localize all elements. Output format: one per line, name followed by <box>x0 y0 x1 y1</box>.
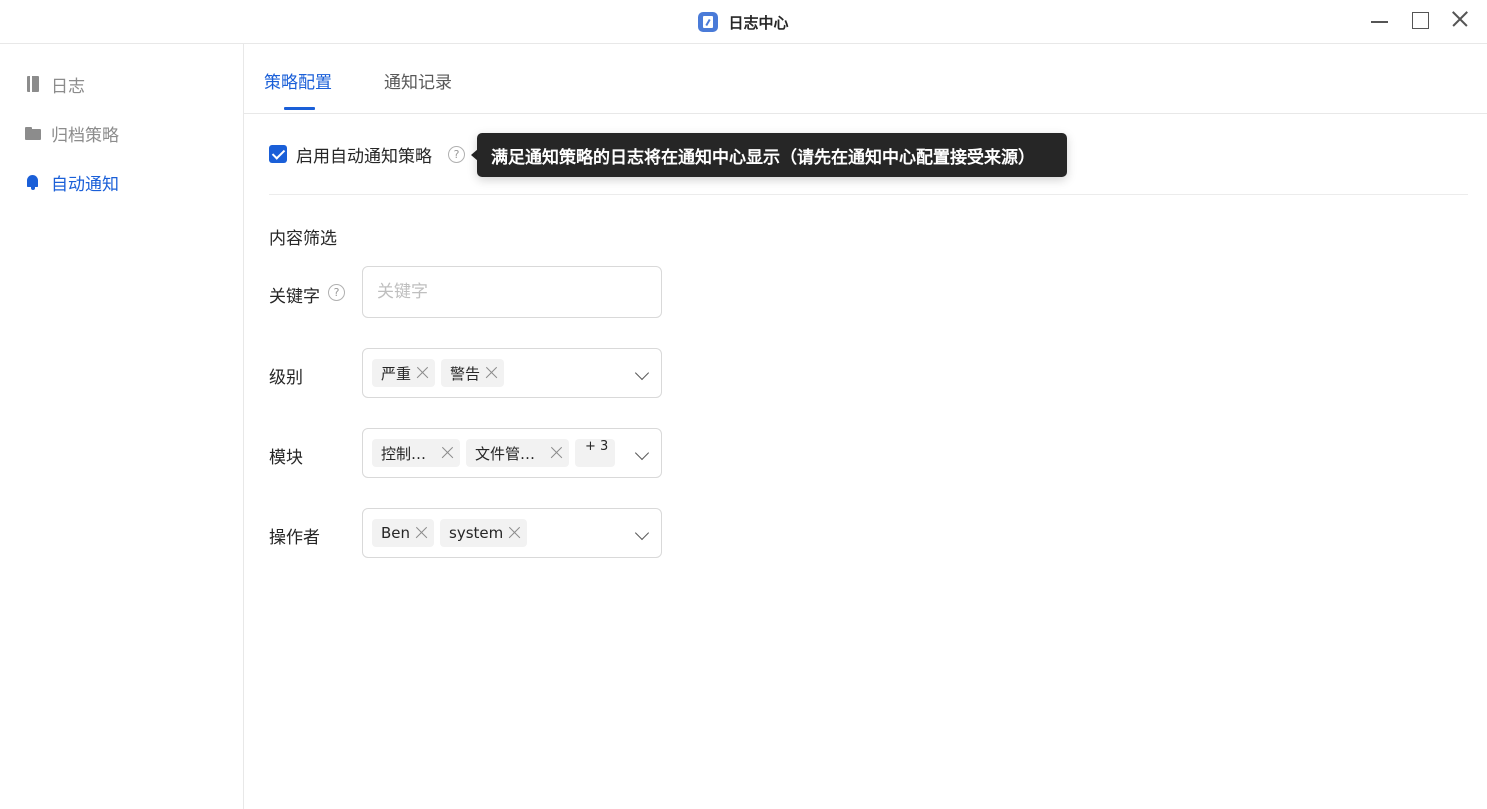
sidebar-item-label: 归档策略 <box>51 125 119 146</box>
tab-bar: 策略配置 通知记录 <box>244 44 1487 114</box>
module-tags: 控制… 文件管… + 3 <box>372 439 616 467</box>
app-log-icon <box>698 12 719 32</box>
tooltip: 满足通知策略的日志将在通知中心显示（请先在通知中心配置接受来源） <box>477 133 1067 177</box>
divider <box>269 194 1468 195</box>
tag-label: system <box>449 524 504 542</box>
tag-remove-icon[interactable] <box>549 446 563 460</box>
tag-remove-icon[interactable] <box>507 526 521 540</box>
maximize-icon[interactable] <box>1406 8 1434 36</box>
enable-auto-notify-row[interactable]: 启用自动通知策略 <box>269 142 432 167</box>
keyword-field <box>362 266 662 318</box>
level-label: 级别 <box>269 368 303 388</box>
content-filter-title: 内容筛选 <box>269 229 337 249</box>
title-bar: 日志中心 <box>0 0 1487 44</box>
book-icon <box>24 75 42 93</box>
keyword-help-icon[interactable]: ? <box>328 284 345 301</box>
sidebar-item-archive-policy[interactable]: 归档策略 <box>24 121 119 146</box>
sidebar-item-label: 自动通知 <box>51 174 119 195</box>
tab-policy-config[interactable]: 策略配置 <box>264 68 332 93</box>
sidebar: 日志 归档策略 自动通知 <box>0 44 244 809</box>
tag-operator-ben: Ben <box>372 519 435 547</box>
operator-select[interactable]: Ben system <box>362 508 662 558</box>
operator-label: 操作者 <box>269 528 320 548</box>
tag-label: 控制… <box>381 444 427 463</box>
tag-remove-icon[interactable] <box>484 366 498 380</box>
more-tags-count[interactable]: + 3 <box>575 439 616 467</box>
folder-icon <box>24 124 42 142</box>
title-wrap: 日志中心 <box>0 0 1487 44</box>
tab-notify-records[interactable]: 通知记录 <box>384 68 452 93</box>
module-label: 模块 <box>269 448 303 468</box>
window-title: 日志中心 <box>728 13 789 32</box>
active-tab-indicator <box>284 107 315 110</box>
tag-module-control: 控制… <box>372 439 461 467</box>
enable-auto-notify-checkbox[interactable] <box>269 145 287 163</box>
tag-module-file: 文件管… <box>466 439 570 467</box>
chevron-down-icon[interactable] <box>634 365 650 381</box>
chevron-down-icon[interactable] <box>634 525 650 541</box>
sidebar-item-label: 日志 <box>51 76 85 97</box>
tag-label: 文件管… <box>475 444 536 463</box>
module-select[interactable]: 控制… 文件管… + 3 <box>362 428 662 478</box>
keyword-input[interactable] <box>377 267 647 317</box>
close-icon[interactable] <box>1446 8 1474 36</box>
level-tags: 严重 警告 <box>372 359 505 387</box>
tag-label: 警告 <box>450 364 481 383</box>
tag-level-warning: 警告 <box>441 359 505 387</box>
tag-label: Ben <box>381 524 411 542</box>
keyword-label: 关键字 <box>269 287 320 307</box>
tag-operator-system: system <box>440 519 528 547</box>
minimize-icon[interactable] <box>1366 8 1394 36</box>
tag-remove-icon[interactable] <box>415 366 429 380</box>
level-select[interactable]: 严重 警告 <box>362 348 662 398</box>
tag-remove-icon[interactable] <box>440 446 454 460</box>
chevron-down-icon[interactable] <box>634 445 650 461</box>
help-icon[interactable]: ? <box>448 146 465 163</box>
enable-auto-notify-label[interactable]: 启用自动通知策略 <box>296 142 432 167</box>
tag-remove-icon[interactable] <box>414 526 428 540</box>
sidebar-item-log[interactable]: 日志 <box>24 72 85 97</box>
tag-level-critical: 严重 <box>372 359 436 387</box>
tag-label: 严重 <box>381 364 412 383</box>
sidebar-item-auto-notify[interactable]: 自动通知 <box>24 170 119 195</box>
operator-tags: Ben system <box>372 519 528 547</box>
bell-icon <box>24 173 42 191</box>
